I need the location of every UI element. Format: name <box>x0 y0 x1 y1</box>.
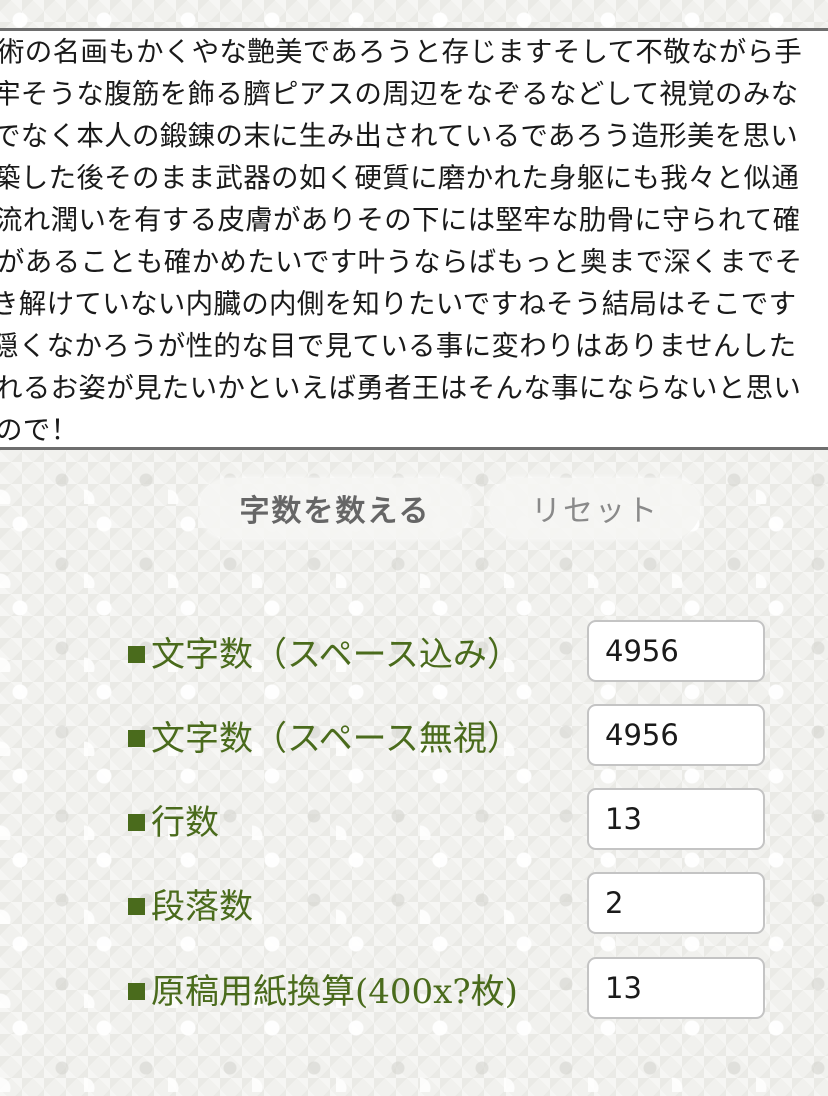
stat-row-manuscript-pages: 原稿用紙換算(400x?枚) <box>0 957 828 1019</box>
text-line: き解けていない内臓の内側を知りたいですねそう結局はそこです <box>0 288 797 320</box>
text-line: れるお姿が見たいかといえば勇者王はそんな事にならないと思い <box>0 372 802 404</box>
stat-label: 段落数 <box>128 876 253 930</box>
stat-label-text: 原稿用紙換算(400x?枚) <box>151 971 518 1012</box>
text-line: 隠くなかろうが性的な目で見ている事に変わりはありませんした <box>0 330 797 362</box>
stat-row-line-count: 行数 <box>0 788 828 850</box>
square-bullet-icon <box>128 645 145 663</box>
stat-row-chars-with-spaces: 文字数（スペース込み） <box>0 620 828 682</box>
text-line: でなく本人の鍛錬の末に生み出されているであろう造形美を思い <box>0 120 799 152</box>
stat-label: 文字数（スペース無視） <box>128 708 521 762</box>
paragraph-count-field[interactable] <box>587 872 765 934</box>
square-bullet-icon <box>128 813 145 831</box>
chars-with-spaces-field[interactable] <box>587 620 765 682</box>
stat-label-text: 文字数（スペース無視） <box>151 718 521 759</box>
text-line: があることも確かめたいです叶うならばもっと奥まで深くまでそ <box>0 246 803 278</box>
stat-label: 文字数（スペース込み） <box>128 624 521 678</box>
square-bullet-icon <box>128 729 145 747</box>
stat-row-chars-without-spaces: 文字数（スペース無視） <box>0 704 828 766</box>
text-line: ので！ <box>0 414 79 446</box>
manuscript-pages-field[interactable] <box>587 957 765 1019</box>
text-input-area[interactable]: 術の名画もかくやな艶美であろうと存じますそして不敬ながら手 牢そうな腹筋を飾る臍… <box>0 28 828 450</box>
reset-button[interactable]: リセット <box>490 478 700 538</box>
stat-label-text: 文字数（スペース込み） <box>151 634 521 675</box>
chars-without-spaces-field[interactable] <box>587 704 765 766</box>
text-line: 牢そうな腹筋を飾る臍ピアスの周辺をなぞるなどして視覚のみな <box>0 78 799 110</box>
count-characters-button[interactable]: 字数を数える <box>200 478 470 538</box>
stat-label: 行数 <box>128 792 219 846</box>
line-count-field[interactable] <box>587 788 765 850</box>
stat-label-text: 段落数 <box>151 886 253 927</box>
stat-row-paragraph-count: 段落数 <box>0 872 828 934</box>
stat-label-text: 行数 <box>151 802 219 843</box>
text-line: 術の名画もかくやな艶美であろうと存じますそして不敬ながら手 <box>0 36 803 68</box>
text-line: 築した後そのまま武器の如く硬質に磨かれた身躯にも我々と似通 <box>0 162 800 194</box>
stat-label: 原稿用紙換算(400x?枚) <box>128 961 518 1015</box>
square-bullet-icon <box>128 982 145 1000</box>
text-line: 流れ潤いを有する皮膚がありその下には堅牢な肋骨に守られて確 <box>0 204 801 236</box>
square-bullet-icon <box>128 897 145 915</box>
